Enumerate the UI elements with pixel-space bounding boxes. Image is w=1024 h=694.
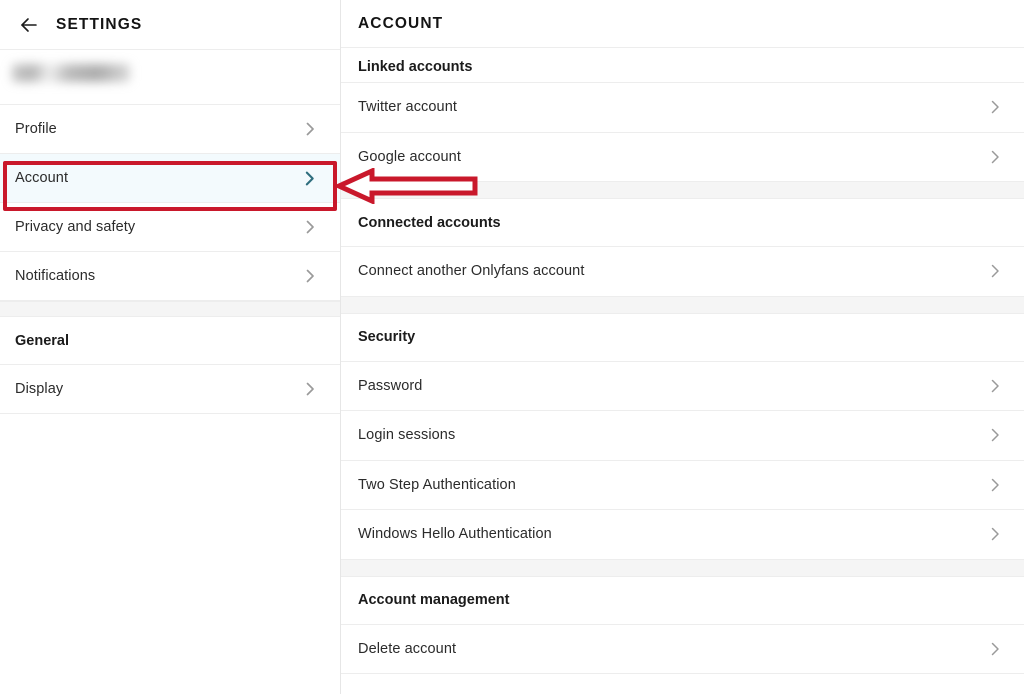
list-item-twitter-account[interactable]: Twitter account (341, 83, 1024, 133)
chevron-right-icon (987, 477, 1003, 493)
sidebar-item-label: Profile (15, 121, 57, 137)
sidebar-item-label: Notifications (15, 268, 96, 284)
group-title-security: Security (341, 313, 1024, 362)
chevron-right-icon (302, 219, 318, 235)
list-item-google-account[interactable]: Google account (341, 132, 1024, 182)
list-item-password[interactable]: Password (341, 361, 1024, 411)
group-divider (341, 296, 1024, 314)
sidebar-item-label: Privacy and safety (15, 219, 136, 235)
content-scroll-area[interactable]: Linked accounts Twitter account Google a… (341, 48, 1024, 694)
content-header: ACCOUNT (341, 0, 1024, 48)
chevron-right-icon (987, 99, 1003, 115)
chevron-right-icon (987, 378, 1003, 394)
arrow-left-icon[interactable] (16, 12, 42, 38)
settings-sidebar: SETTINGS Profile Account Privacy and saf… (0, 0, 341, 694)
list-item-label: Two Step Authentication (358, 476, 516, 493)
sidebar-item-label: Display (15, 381, 64, 397)
list-item-delete-account[interactable]: Delete account (341, 624, 1024, 674)
settings-window: SETTINGS Profile Account Privacy and saf… (0, 0, 1024, 694)
group-divider (341, 182, 1024, 199)
list-item-label: Google account (358, 148, 461, 165)
list-item-two-step-authentication[interactable]: Two Step Authentication (341, 460, 1024, 510)
list-item-login-sessions[interactable]: Login sessions (341, 411, 1024, 461)
group-title-connected-accounts: Connected accounts (341, 199, 1024, 247)
list-item-label: Delete account (358, 640, 457, 657)
chevron-right-icon (301, 170, 318, 187)
chevron-right-icon (302, 381, 318, 397)
chevron-right-icon (987, 263, 1003, 279)
sidebar-item-account[interactable]: Account (0, 154, 340, 203)
chevron-right-icon (987, 641, 1003, 657)
chevron-right-icon (987, 149, 1003, 165)
list-item-label: Twitter account (358, 99, 458, 116)
sidebar-item-display[interactable]: Display (0, 365, 340, 414)
list-item-label: Connect another Onlyfans account (358, 263, 585, 280)
list-item-label: Password (358, 377, 423, 394)
chevron-right-icon (987, 526, 1003, 542)
sidebar-section-divider (0, 301, 340, 317)
list-item-label: Windows Hello Authentication (358, 526, 552, 543)
chevron-right-icon (302, 268, 318, 284)
page-title: SETTINGS (56, 15, 143, 33)
sidebar-item-privacy-and-safety[interactable]: Privacy and safety (0, 203, 340, 252)
blurred-username (12, 64, 130, 82)
chevron-right-icon (302, 121, 318, 137)
group-title-linked-accounts: Linked accounts (341, 48, 1024, 83)
sidebar-header: SETTINGS (0, 0, 340, 50)
list-item-label: Login sessions (358, 427, 456, 444)
content-title: ACCOUNT (358, 14, 444, 32)
list-item-windows-hello-authentication[interactable]: Windows Hello Authentication (341, 510, 1024, 560)
group-title-account-management: Account management (341, 576, 1024, 625)
sidebar-item-profile[interactable]: Profile (0, 105, 340, 154)
list-item-connect-another-onlyfans-account[interactable]: Connect another Onlyfans account (341, 247, 1024, 297)
sidebar-item-notifications[interactable]: Notifications (0, 252, 340, 301)
account-name-redacted-block (0, 50, 340, 105)
sidebar-item-label: Account (15, 170, 69, 186)
chevron-right-icon (987, 427, 1003, 443)
account-panel: ACCOUNT Linked accounts Twitter account … (341, 0, 1024, 694)
sidebar-section-general: General (0, 317, 340, 365)
group-divider (341, 559, 1024, 577)
